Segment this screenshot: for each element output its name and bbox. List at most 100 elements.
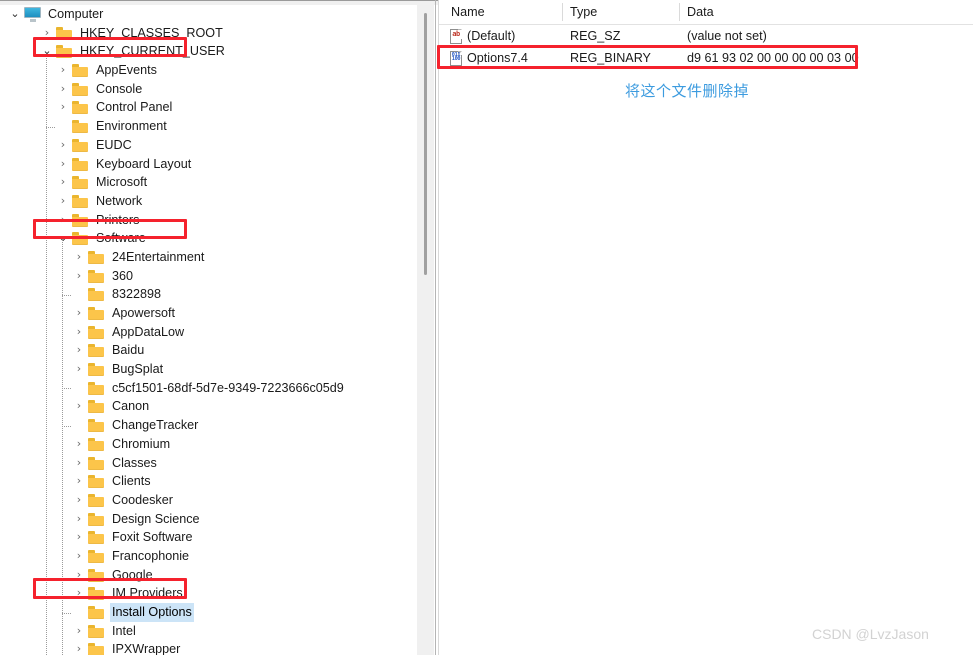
chevron-right-icon[interactable]: › [72, 566, 86, 585]
chevron-right-icon[interactable]: › [56, 173, 70, 192]
tree-item-keyboard-layout[interactable]: › Keyboard Layout [0, 155, 417, 174]
tree-item-network[interactable]: › Network [0, 192, 417, 211]
column-header-name[interactable]: Name [451, 0, 485, 24]
column-divider-2[interactable] [679, 3, 680, 21]
column-divider-1[interactable] [562, 3, 563, 21]
tree-item-control-panel[interactable]: › Control Panel [0, 98, 417, 117]
tree-item-label: Design Science [112, 511, 200, 526]
pane-splitter[interactable] [435, 0, 436, 655]
chevron-right-icon[interactable]: › [72, 360, 86, 379]
chevron-right-icon[interactable]: › [40, 24, 54, 43]
binary-value-icon: 011 100 [450, 51, 464, 66]
folder-icon [72, 101, 89, 115]
chevron-right-icon[interactable]: › [72, 547, 86, 566]
folder-icon [72, 82, 89, 96]
folder-icon [88, 325, 105, 339]
folder-icon [88, 475, 105, 489]
folder-icon [88, 531, 105, 545]
value-row[interactable]: 011 100 Options7.4 REG_BINARY d9 61 93 02 00… [439, 48, 973, 69]
tree-item-label: AppDataLow [112, 324, 185, 339]
tree-item-label: Control Panel [96, 100, 173, 115]
chevron-right-icon[interactable]: › [56, 211, 70, 230]
chevron-right-icon[interactable]: › [72, 341, 86, 360]
string-value-icon: ab [450, 29, 464, 44]
folder-icon [88, 288, 105, 302]
value-row[interactable]: ab (Default) REG_SZ (value not set) [439, 26, 973, 47]
value-type: REG_BINARY [570, 51, 651, 65]
registry-editor-window: ⌄ Computer › HKEY_CLASSES_ROOT ⌄ HKEY_CURRENT… [0, 0, 973, 655]
chevron-right-icon[interactable]: › [72, 435, 86, 454]
chevron-right-icon[interactable]: › [72, 323, 86, 342]
tree-item-label: Microsoft [96, 175, 148, 190]
chevron-right-icon[interactable]: › [72, 640, 86, 655]
value-data: (value not set) [687, 29, 767, 43]
chevron-right-icon[interactable]: › [72, 267, 86, 286]
folder-icon [88, 381, 105, 395]
registry-key-tree[interactable]: ⌄ Computer › HKEY_CLASSES_ROOT ⌄ HKEY_CURRENT… [0, 5, 417, 655]
tree-item-label: HKEY_CURRENT_USER [80, 44, 225, 59]
column-header-data[interactable]: Data [687, 0, 714, 24]
folder-icon [88, 419, 105, 433]
tree-item-label: Google [112, 567, 153, 582]
tree-item-appevents[interactable]: › AppEvents [0, 61, 417, 80]
chevron-down-icon[interactable]: ⌄ [40, 42, 54, 61]
chevron-right-icon[interactable]: › [72, 510, 86, 529]
chevron-right-icon[interactable]: › [72, 528, 86, 547]
column-header-type[interactable]: Type [570, 0, 597, 24]
value-type: REG_SZ [570, 29, 621, 43]
chevron-right-icon[interactable]: › [72, 491, 86, 510]
tree-item-label: IM Providers [112, 586, 183, 601]
tree-item-console[interactable]: › Console [0, 80, 417, 99]
folder-icon [88, 437, 105, 451]
chevron-right-icon[interactable]: › [72, 304, 86, 323]
chevron-right-icon[interactable]: › [56, 61, 70, 80]
tree-item-hkey-classes-root[interactable]: › HKEY_CLASSES_ROOT [0, 24, 417, 43]
chevron-right-icon[interactable]: › [72, 397, 86, 416]
folder-icon [72, 64, 89, 78]
tree-item-label: 24Entertainment [112, 249, 205, 264]
folder-icon [88, 568, 105, 582]
folder-icon [88, 269, 105, 283]
chevron-right-icon[interactable]: › [56, 192, 70, 211]
tree-item-label: Canon [112, 399, 150, 414]
tree-item-computer[interactable]: ⌄ Computer [0, 5, 417, 24]
tree-item-printers[interactable]: › Printers [0, 211, 417, 230]
tree-item-environment[interactable]: Environment [0, 117, 417, 136]
chevron-right-icon[interactable]: › [56, 136, 70, 155]
chevron-right-icon[interactable]: › [56, 98, 70, 117]
tree-item-label: Foxit Software [112, 530, 193, 545]
folder-icon [88, 363, 105, 377]
chevron-right-icon[interactable]: › [72, 622, 86, 641]
chevron-right-icon[interactable]: › [72, 454, 86, 473]
tree-item-label: Software [96, 231, 146, 246]
chevron-right-icon[interactable]: › [56, 80, 70, 99]
folder-icon [72, 176, 89, 190]
scrollbar-thumb[interactable] [424, 13, 427, 275]
folder-icon [88, 587, 105, 601]
tree-item-eudc[interactable]: › EUDC [0, 136, 417, 155]
tree-item-label: Environment [96, 119, 167, 134]
folder-icon [72, 232, 89, 246]
chevron-right-icon[interactable]: › [72, 248, 86, 267]
folder-icon [72, 138, 89, 152]
tree-item-label: Coodesker [112, 492, 173, 507]
chevron-right-icon[interactable]: › [72, 472, 86, 491]
tree-guide-tick [46, 127, 56, 128]
tree-item-label: BugSplat [112, 362, 164, 377]
csdn-watermark: CSDN @LvzJason [812, 626, 929, 642]
chevron-right-icon[interactable]: › [56, 155, 70, 174]
folder-icon [72, 194, 89, 208]
tree-item-label: Francophonie [112, 548, 190, 563]
folder-icon [72, 213, 89, 227]
folder-icon [56, 26, 73, 40]
value-data: d9 61 93 02 00 00 00 00 03 00 [687, 51, 859, 65]
tree-item-hkey-current-user[interactable]: ⌄ HKEY_CURRENT_USER [0, 42, 417, 61]
tree-vertical-scrollbar[interactable] [417, 5, 434, 655]
chevron-right-icon[interactable]: › [72, 584, 86, 603]
folder-icon [88, 643, 105, 655]
tree-item-label: EUDC [96, 137, 132, 152]
chevron-down-icon[interactable]: ⌄ [8, 5, 22, 24]
chevron-down-icon[interactable]: ⌄ [56, 229, 70, 248]
tree-item-label: 360 [112, 268, 134, 283]
tree-item-microsoft[interactable]: › Microsoft [0, 173, 417, 192]
